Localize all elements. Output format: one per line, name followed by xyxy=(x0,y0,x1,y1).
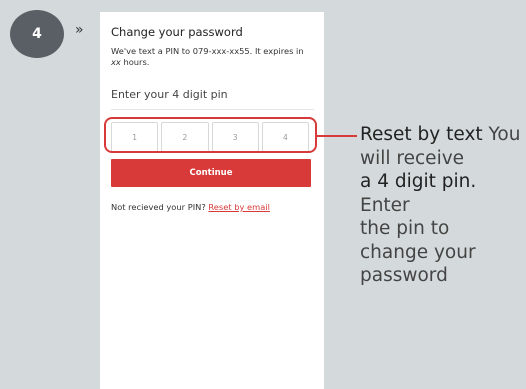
callout-line1-rest: You xyxy=(482,124,521,145)
callout-line-1: Reset by text You xyxy=(360,123,526,147)
callout-line-6: change your xyxy=(360,241,476,263)
callout-line-3: a 4 digit pin. xyxy=(360,171,477,192)
reset-by-email-link[interactable]: Reset by email xyxy=(208,202,270,212)
step-badge: 4 xyxy=(10,10,64,58)
page-title: Change your password xyxy=(111,25,243,39)
divider xyxy=(111,109,314,110)
callout-line-2: will receive xyxy=(360,147,465,169)
callout-line-7: password xyxy=(360,265,448,286)
callout-connector xyxy=(317,135,357,137)
chevron-right-icon: » xyxy=(75,22,84,38)
callout-line-5: the pin to xyxy=(360,218,450,239)
pin-highlight-box xyxy=(104,117,317,153)
phone-screen: Change your password We've text a PIN to… xyxy=(100,12,324,389)
callout-title: Reset by text xyxy=(360,124,483,145)
callout-line-4: Enter xyxy=(360,194,410,216)
pin-input-label: Enter your 4 digit pin xyxy=(111,88,228,101)
desc-hours-text: hours. xyxy=(120,57,150,67)
continue-button[interactable]: Continue xyxy=(111,159,311,187)
callout-text: Reset by text You will receive a 4 digit… xyxy=(360,123,526,288)
pin-description: We've text a PIN to 079-xxx-xx55. It exp… xyxy=(111,46,317,68)
resend-text: Not recieved your PIN? Reset by email xyxy=(111,202,270,212)
desc-text: We've text a PIN to 079-xxx-xx55. It exp… xyxy=(111,46,304,56)
desc-hours-placeholder: xx xyxy=(111,57,121,67)
resend-prefix: Not recieved your PIN? xyxy=(111,202,206,212)
